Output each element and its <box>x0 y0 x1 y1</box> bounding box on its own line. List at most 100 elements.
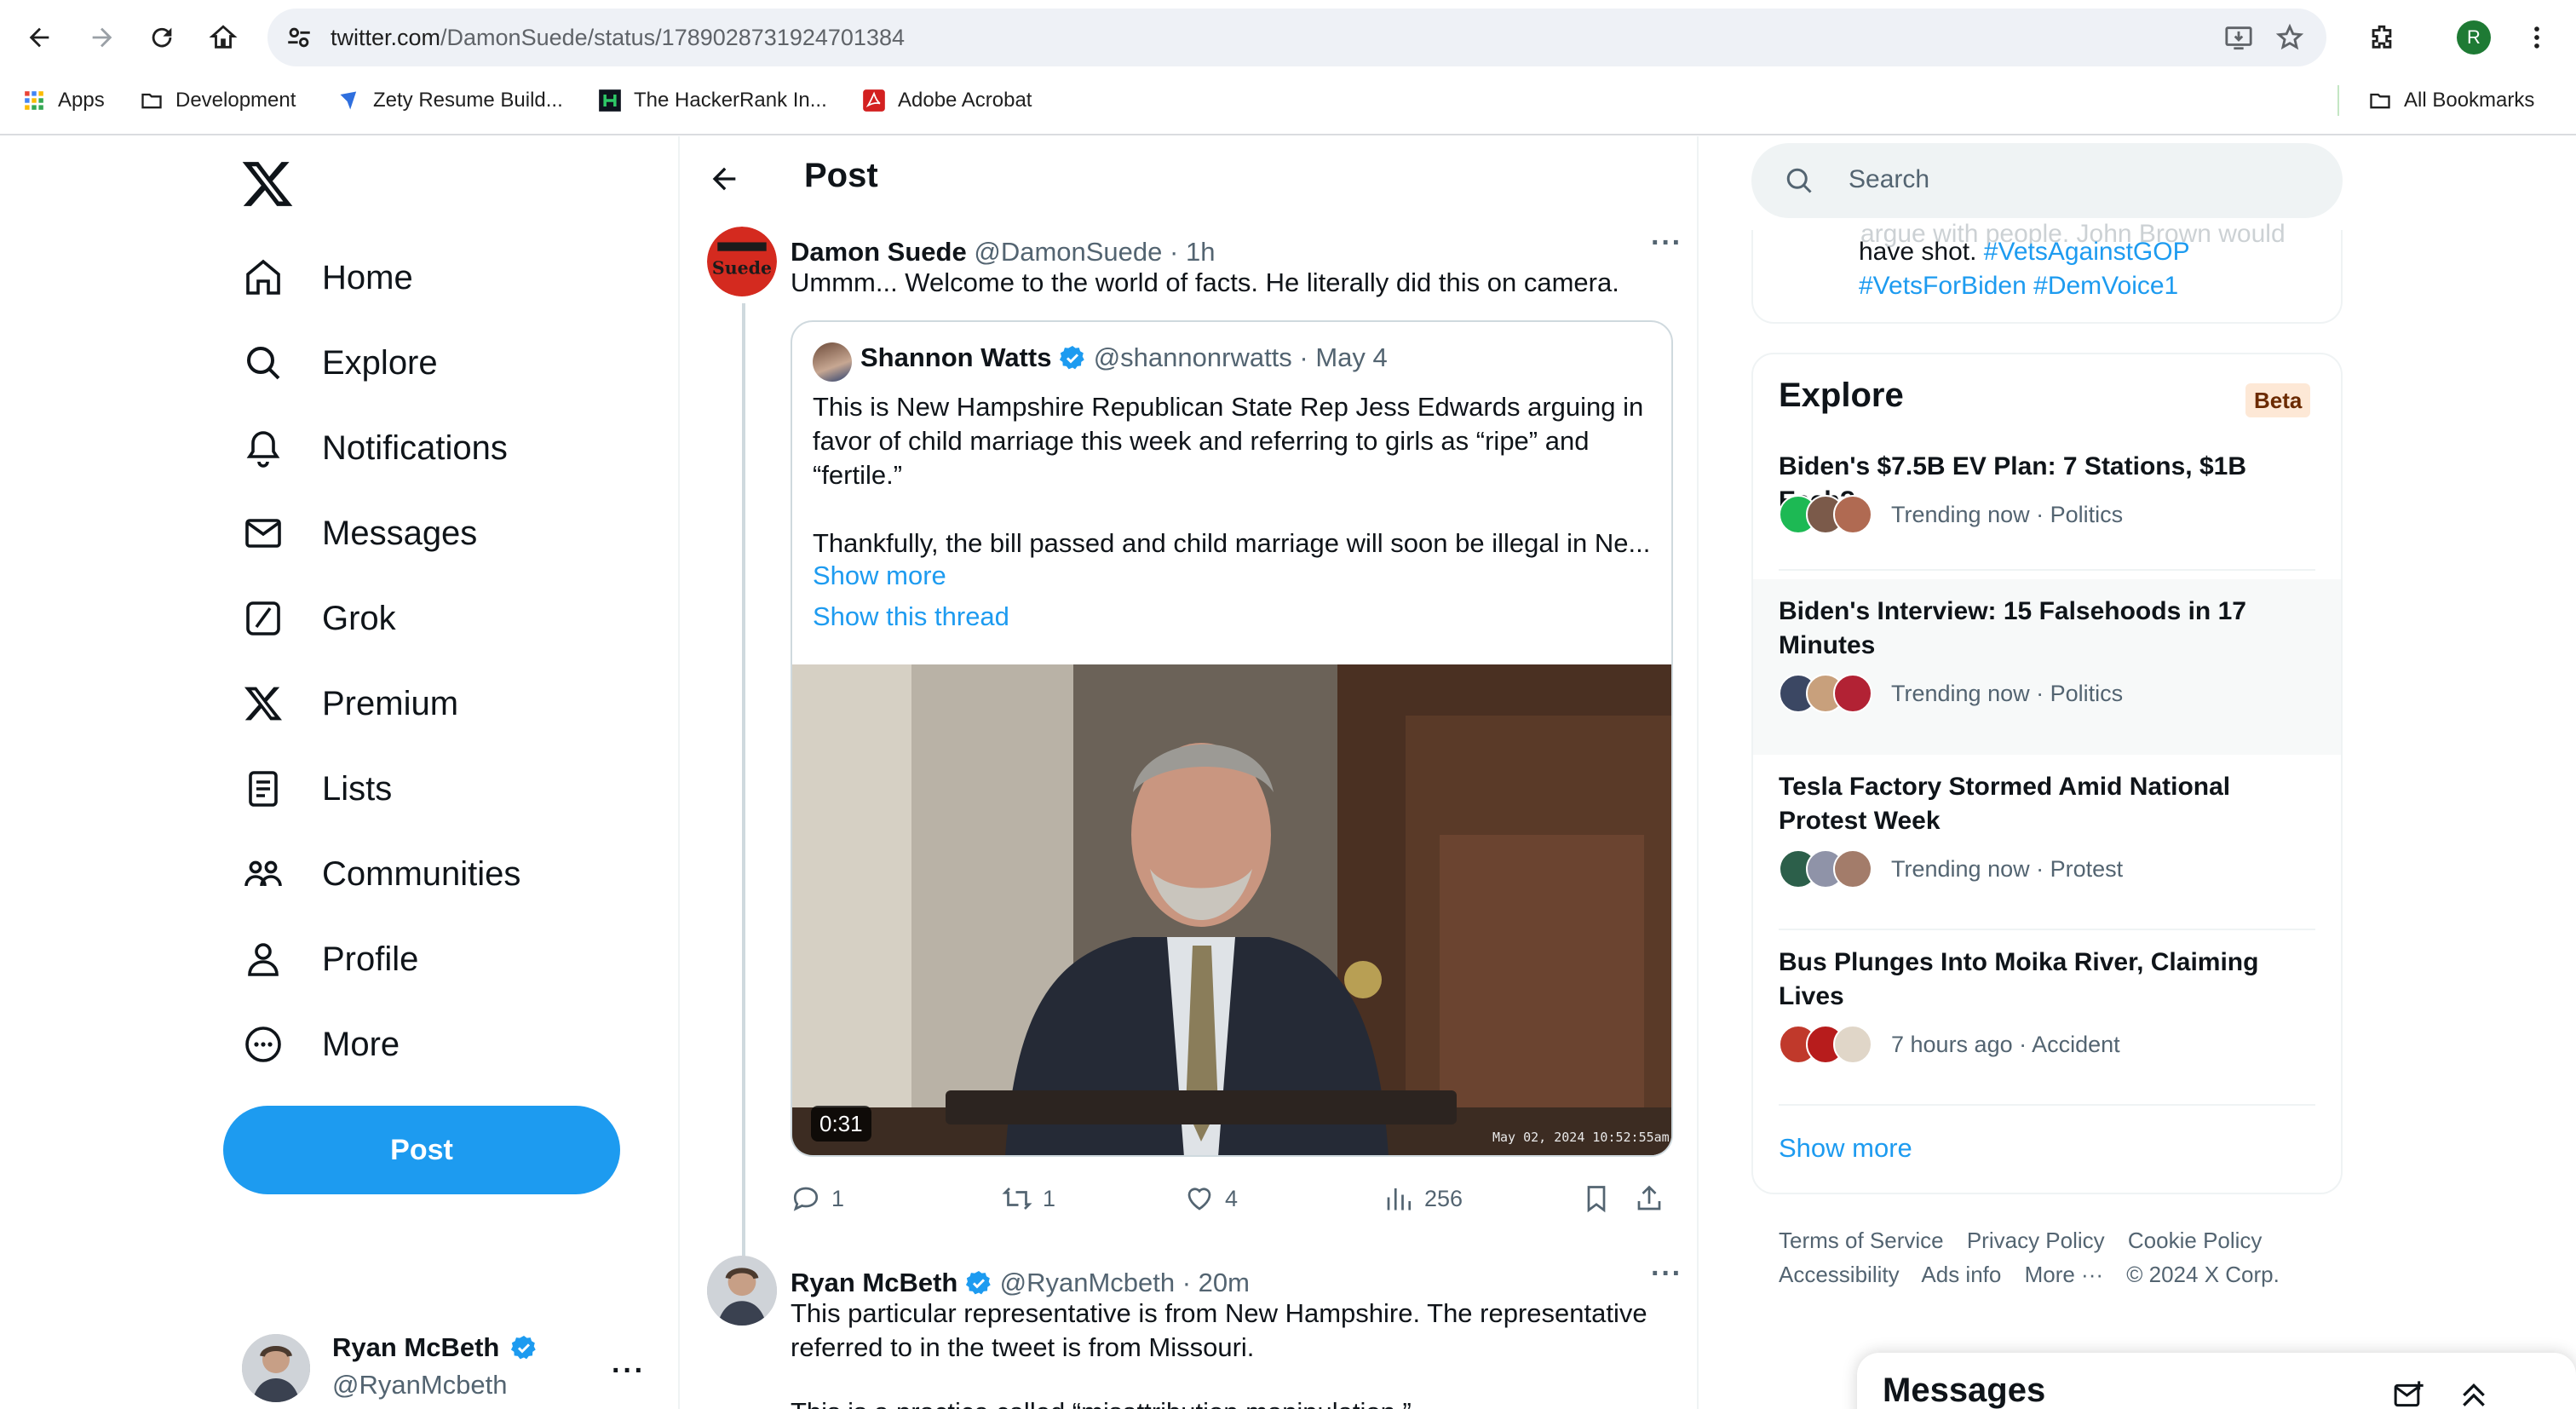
more-circle-icon <box>240 1021 286 1067</box>
bookmark-hackerrank[interactable]: The HackerRank In... <box>598 82 827 119</box>
people-icon <box>240 851 286 897</box>
quote-time: · May 4 <box>1299 342 1388 372</box>
extensions-icon[interactable] <box>2361 17 2402 58</box>
reply-more-icon[interactable]: ··· <box>1651 1257 1682 1291</box>
quoted-tweet[interactable]: Shannon Watts @shannonrwatts · May 4 Thi… <box>791 320 1673 1157</box>
tweet-time[interactable]: · 1h <box>1170 237 1215 267</box>
video-player[interactable]: 0:31 May 02, 2024 10:52:55am <box>792 664 1671 1155</box>
verified-badge-icon <box>510 1336 536 1360</box>
trend-item[interactable]: Biden's $7.5B EV Plan: 7 Stations, $1B E… <box>1753 440 2341 601</box>
home-browser-icon[interactable] <box>203 17 244 58</box>
reply-time[interactable]: · 20m <box>1182 1268 1250 1297</box>
nav-explore[interactable]: Explore <box>240 336 438 390</box>
url-text[interactable]: twitter.com/DamonSuede/status/1789028731… <box>331 22 905 53</box>
reply-icon <box>793 1187 819 1211</box>
verified-badge-icon <box>1060 346 1084 370</box>
reply-text-continued: This is a practice called “misattributio… <box>791 1395 1676 1409</box>
trend-avatars <box>1779 495 1872 534</box>
nav-more[interactable]: More <box>240 1017 400 1072</box>
show-more-link[interactable]: Show more <box>813 561 946 591</box>
hashtag-link[interactable]: #DemVoice1 <box>2033 272 2178 300</box>
x-logo-icon[interactable] <box>240 157 295 211</box>
repost-button[interactable]: 1 <box>1002 1177 1055 1220</box>
messages-drawer[interactable]: Messages <box>1857 1353 2576 1409</box>
bookmark-button[interactable] <box>1581 1177 1622 1220</box>
bookmark-star-icon[interactable] <box>2275 23 2304 52</box>
beta-badge: Beta <box>2245 383 2311 417</box>
like-button[interactable]: 4 <box>1184 1177 1238 1220</box>
footer-link[interactable]: Ads info <box>1921 1262 2001 1287</box>
nav-premium[interactable]: Premium <box>240 676 458 731</box>
bookmark-icon <box>1587 1186 1606 1213</box>
forward-arrow-icon[interactable] <box>82 17 123 58</box>
bookmarks-divider <box>2337 85 2339 116</box>
reply-button[interactable]: 1 <box>791 1177 844 1220</box>
video-duration: 0:31 <box>811 1106 871 1142</box>
share-button[interactable] <box>1634 1177 1675 1220</box>
avatar[interactable] <box>707 1256 777 1326</box>
nav-profile[interactable]: Profile <box>240 932 418 986</box>
reply-author-handle[interactable]: @RyanMcbeth <box>1000 1268 1176 1297</box>
svg-text:Suede: Suede <box>712 257 772 278</box>
account-switcher[interactable]: Ryan McBeth @RyanMcbeth ··· <box>242 1329 651 1409</box>
explore-panel: Explore Beta Biden's $7.5B EV Plan: 7 St… <box>1751 353 2343 1194</box>
tweet-text: Ummm... Welcome to the world of facts. H… <box>791 267 1619 297</box>
nav-grok[interactable]: Grok <box>240 591 396 646</box>
show-thread-link[interactable]: Show this thread <box>813 601 1009 632</box>
account-more-icon[interactable]: ··· <box>612 1354 646 1388</box>
author-handle[interactable]: @DamonSuede <box>974 237 1162 267</box>
browser-menu-icon[interactable] <box>2516 17 2557 58</box>
nav-lists[interactable]: Lists <box>240 762 392 816</box>
footer-link[interactable]: Privacy Policy <box>1967 1228 2105 1253</box>
site-settings-icon[interactable] <box>285 23 313 52</box>
hackerrank-logo-icon <box>598 89 622 112</box>
trend-item[interactable]: Tesla Factory Stormed Amid National Prot… <box>1753 755 2341 930</box>
author-name[interactable]: Damon Suede <box>791 237 967 267</box>
address-bar[interactable]: twitter.com/DamonSuede/status/1789028731… <box>267 9 2326 66</box>
footer-link[interactable]: Cookie Policy <box>2128 1228 2263 1253</box>
expand-chevrons-icon[interactable] <box>2457 1378 2491 1409</box>
back-arrow-icon[interactable] <box>19 17 60 58</box>
search-icon <box>1786 168 1812 193</box>
hashtag-link[interactable]: #VetsForBiden <box>1859 272 2027 300</box>
nav-notifications[interactable]: Notifications <box>240 421 508 475</box>
tweet-more-icon[interactable]: ··· <box>1651 227 1682 260</box>
new-message-icon[interactable] <box>2392 1378 2426 1409</box>
right-sidebar: argue with people. John Brown would have… <box>1699 136 2576 1409</box>
post-button[interactable]: Post <box>223 1106 620 1194</box>
apps-grid-icon <box>22 89 46 112</box>
bookmark-development[interactable]: Development <box>140 82 296 119</box>
nav-communities[interactable]: Communities <box>240 847 520 901</box>
trend-item[interactable]: Bus Plunges Into Moika River, Claiming L… <box>1753 930 2341 1109</box>
tweet-header: Damon Suede @DamonSuede · 1h <box>791 237 1215 267</box>
footer-link[interactable]: Terms of Service <box>1779 1228 1944 1253</box>
reload-icon[interactable] <box>141 17 182 58</box>
search-input[interactable]: Search <box>1751 143 2343 218</box>
account-handle: @RyanMcbeth <box>332 1370 508 1400</box>
footer-link[interactable]: Accessibility <box>1779 1262 1900 1287</box>
show-more-link[interactable]: Show more <box>1779 1133 1912 1164</box>
bookmark-apps[interactable]: Apps <box>22 82 105 119</box>
nav-messages[interactable]: Messages <box>240 506 477 561</box>
browser-chrome: twitter.com/DamonSuede/status/1789028731… <box>0 0 2576 135</box>
trend-item[interactable]: Biden's Interview: 15 Falsehoods in 17 M… <box>1753 579 2341 755</box>
explore-title: Explore <box>1779 377 1904 414</box>
views-button[interactable]: 256 <box>1383 1177 1463 1220</box>
nav-home[interactable]: Home <box>240 250 413 305</box>
footer-link[interactable]: More ··· <box>2025 1262 2103 1287</box>
trend-avatars <box>1779 674 1872 713</box>
footer-links: Terms of Service Privacy Policy Cookie P… <box>1779 1223 2341 1291</box>
profile-avatar[interactable]: R <box>2453 17 2494 58</box>
back-arrow-icon[interactable] <box>707 162 741 196</box>
install-app-icon[interactable] <box>2224 23 2253 52</box>
all-bookmarks[interactable]: All Bookmarks <box>2368 82 2534 119</box>
bookmark-zety[interactable]: Zety Resume Build... <box>337 82 563 119</box>
reply-author-name[interactable]: Ryan McBeth <box>791 1268 957 1297</box>
trend-avatars <box>1779 1025 1872 1064</box>
avatar[interactable]: Suede <box>707 227 777 296</box>
video-timestamp: May 02, 2024 10:52:55am <box>1492 1130 1670 1145</box>
x-icon <box>240 681 286 727</box>
grok-icon <box>240 595 286 641</box>
hashtag-link[interactable]: #VetsAgainstGOP <box>1984 238 2190 266</box>
bookmark-adobe-acrobat[interactable]: Adobe Acrobat <box>862 82 1032 119</box>
